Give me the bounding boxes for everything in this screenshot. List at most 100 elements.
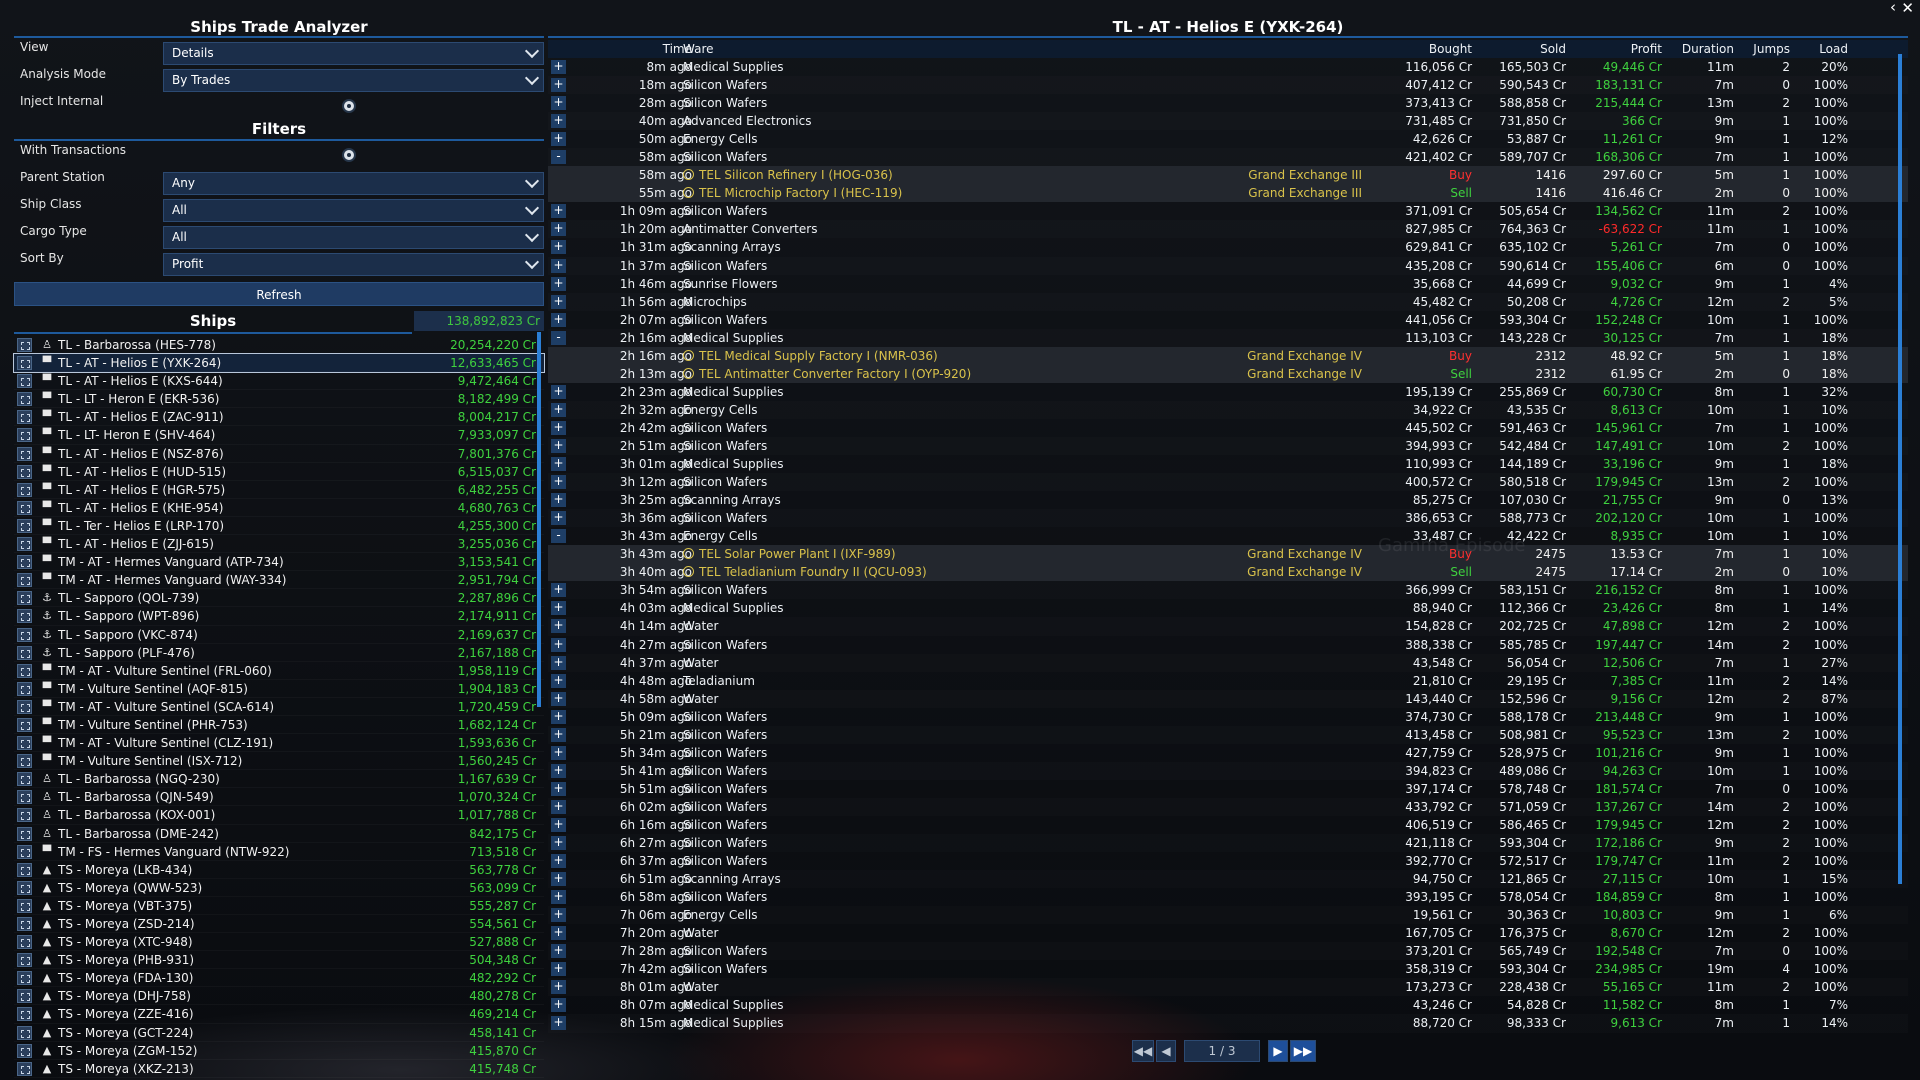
trade-row[interactable]: +2h 32m ago Energy Cells 34,922 Cr 43,535 C… [548, 401, 1908, 419]
expand-icon[interactable]: + [551, 727, 566, 742]
expand-icon[interactable]: + [551, 240, 566, 255]
select-icon[interactable] [17, 591, 32, 606]
expand-icon[interactable]: + [551, 709, 566, 724]
trade-row[interactable]: +3h 36m ago Silicon Wafers 386,653 Cr 588,7… [548, 509, 1908, 527]
select-icon[interactable] [17, 971, 32, 986]
select-icon[interactable] [17, 989, 32, 1004]
station-cell[interactable]: TEL Medical Supply Factory I (NMR-036) [683, 347, 938, 365]
expand-icon[interactable]: + [551, 673, 566, 688]
select-icon[interactable] [17, 374, 32, 389]
expand-icon[interactable]: + [551, 854, 566, 869]
first-page-icon[interactable]: ◀◀ [1132, 1040, 1154, 1062]
station-cell[interactable]: TEL Teladianium Foundry II (QCU-093) [683, 563, 927, 581]
trade-table-scrollbar[interactable] [1898, 54, 1902, 884]
trade-row[interactable]: +6h 58m ago Silicon Wafers 393,195 Cr 578,0… [548, 888, 1908, 906]
ship-row[interactable]: ▀ TL - AT - Helios E (KXS-644) 9,472,464 C… [14, 372, 544, 390]
ship-list-scrollbar[interactable] [537, 332, 541, 707]
trade-row[interactable]: +3h 54m ago Silicon Wafers 366,999 Cr 583,1… [548, 581, 1908, 599]
next-page-icon[interactable]: ▶ [1268, 1040, 1288, 1062]
trade-row[interactable]: +4h 03m ago Medical Supplies 88,940 Cr 112,… [548, 599, 1908, 617]
ship-row[interactable]: ▀ TM - AT - Vulture Sentinel (FRL-060) 1,9… [14, 662, 544, 680]
select-icon[interactable] [17, 663, 32, 678]
trade-row[interactable]: +4h 14m ago Water 154,828 Cr 202,725 Cr 47,8… [548, 617, 1908, 635]
dropdown[interactable]: All [163, 226, 544, 249]
select-icon[interactable] [17, 356, 32, 371]
select-icon[interactable] [17, 518, 32, 533]
select-icon[interactable] [17, 808, 32, 823]
station-cell[interactable]: TEL Solar Power Plant I (IXF-989) [683, 545, 896, 563]
trade-row[interactable]: +1h 20m ago Antimatter Converters 827,985 … [548, 220, 1908, 238]
select-icon[interactable] [17, 953, 32, 968]
ship-row[interactable]: ▲ TS - Moreya (ZSD-214) 554,561 Cr [14, 915, 544, 933]
col-load[interactable]: Load [1796, 42, 1848, 56]
ship-row[interactable]: ▲ TS - Moreya (DHJ-758) 480,278 Cr [14, 987, 544, 1005]
col-ware[interactable]: Ware [683, 42, 714, 56]
ship-row[interactable]: ⚓ TL - Sapporo (QOL-739) 2,287,896 Cr [14, 589, 544, 607]
ship-row[interactable]: ▲ TS - Moreya (XKZ-213) 415,748 Cr [14, 1060, 544, 1078]
select-icon[interactable] [17, 446, 32, 461]
select-icon[interactable] [17, 609, 32, 624]
select-icon[interactable] [17, 1061, 32, 1076]
ship-row[interactable]: ▲ TS - Moreya (QWW-523) 563,099 Cr [14, 879, 544, 897]
select-icon[interactable] [17, 862, 32, 877]
trade-row[interactable]: +4h 58m ago Water 143,440 Cr 152,596 Cr 9,15… [548, 690, 1908, 708]
dropdown[interactable]: Details [163, 42, 544, 65]
trade-row[interactable]: +1h 09m ago Silicon Wafers 371,091 Cr 505,6… [548, 202, 1908, 220]
expand-icon[interactable]: + [551, 619, 566, 634]
select-icon[interactable] [17, 772, 32, 787]
expand-icon[interactable]: + [551, 980, 566, 995]
trade-row[interactable]: +8h 15m ago Medical Supplies 88,720 Cr 98,3… [548, 1014, 1908, 1032]
trade-row[interactable]: - 2h 16m ago Medical Supplies 113,103 Cr 143… [548, 329, 1908, 347]
expand-icon[interactable]: + [551, 637, 566, 652]
trade-row[interactable]: +1h 31m ago Scanning Arrays 629,841 Cr 635,… [548, 238, 1908, 256]
trade-row[interactable]: +1h 37m ago Silicon Wafers 435,208 Cr 590,6… [548, 257, 1908, 275]
expand-icon[interactable]: + [551, 583, 566, 598]
trade-row[interactable]: +5h 09m ago Silicon Wafers 374,730 Cr 588,1… [548, 708, 1908, 726]
refresh-button[interactable]: Refresh [14, 282, 544, 306]
last-page-icon[interactable]: ▶▶ [1290, 1040, 1316, 1062]
col-jumps[interactable]: Jumps [1744, 42, 1790, 56]
trade-row[interactable]: +5h 34m ago Silicon Wafers 427,759 Cr 528,9… [548, 744, 1908, 762]
trade-row[interactable]: +7h 42m ago Silicon Wafers 358,319 Cr 593,3… [548, 960, 1908, 978]
select-icon[interactable] [17, 392, 32, 407]
trade-row[interactable]: +2h 42m ago Silicon Wafers 445,502 Cr 591,4… [548, 419, 1908, 437]
expand-icon[interactable]: + [551, 962, 566, 977]
trade-row[interactable]: +6h 02m ago Silicon Wafers 433,792 Cr 571,0… [548, 798, 1908, 816]
trade-row[interactable]: +1h 56m ago Microchips 45,482 Cr 50,208 Cr 4… [548, 293, 1908, 311]
expand-icon[interactable]: + [551, 222, 566, 237]
ship-row[interactable]: ▲ TS - Moreya (VBT-375) 555,287 Cr [14, 897, 544, 915]
expand-icon[interactable]: + [551, 655, 566, 670]
select-icon[interactable] [17, 790, 32, 805]
expand-icon[interactable]: + [551, 817, 566, 832]
trade-row[interactable]: +2h 51m ago Silicon Wafers 394,993 Cr 542,4… [548, 437, 1908, 455]
ship-row[interactable]: ♙ TL - Barbarossa (NGQ-230) 1,167,639 Cr [14, 770, 544, 788]
station-cell[interactable]: TEL Antimatter Converter Factory I (OYP-… [683, 365, 971, 383]
col-bought[interactable]: Bought [1368, 42, 1472, 56]
select-icon[interactable] [17, 573, 32, 588]
ship-row[interactable]: ▲ TS - Moreya (GCT-224) 458,141 Cr [14, 1024, 544, 1042]
expand-icon[interactable]: + [551, 890, 566, 905]
expand-icon[interactable]: + [551, 872, 566, 887]
expand-icon[interactable]: + [551, 511, 566, 526]
collapse-icon[interactable]: - [551, 529, 566, 544]
select-icon[interactable] [17, 717, 32, 732]
trade-row[interactable]: +8h 01m ago Water 173,273 Cr 228,438 Cr 55,1… [548, 978, 1908, 996]
trade-row[interactable]: +8h 07m ago Medical Supplies 43,246 Cr 54,8… [548, 996, 1908, 1014]
ship-row[interactable]: ▀ TL - AT - Helios E (KHE-954) 4,680,763 C… [14, 499, 544, 517]
trade-row[interactable]: +40m ago Advanced Electronics 731,485 Cr 73… [548, 112, 1908, 130]
trade-row[interactable]: +28m ago Silicon Wafers 373,413 Cr 588,858 … [548, 94, 1908, 112]
ship-row[interactable]: ▀ TL - Ter - Helios E (LRP-170) 4,255,300 … [14, 517, 544, 535]
select-icon[interactable] [17, 844, 32, 859]
expand-icon[interactable]: + [551, 276, 566, 291]
checkbox[interactable] [342, 99, 356, 113]
trade-row[interactable]: +50m ago Energy Cells 42,626 Cr 53,887 Cr 11… [548, 130, 1908, 148]
col-profit[interactable]: Profit [1568, 42, 1662, 56]
expand-icon[interactable]: + [551, 781, 566, 796]
dropdown[interactable]: All [163, 199, 544, 222]
expand-icon[interactable]: + [551, 763, 566, 778]
select-icon[interactable] [17, 555, 32, 570]
ship-row[interactable]: ▀ TL - AT - Helios E (HUD-515) 6,515,037 C… [14, 463, 544, 481]
expand-icon[interactable]: + [551, 799, 566, 814]
expand-icon[interactable]: + [551, 114, 566, 129]
expand-icon[interactable]: + [551, 1016, 566, 1031]
